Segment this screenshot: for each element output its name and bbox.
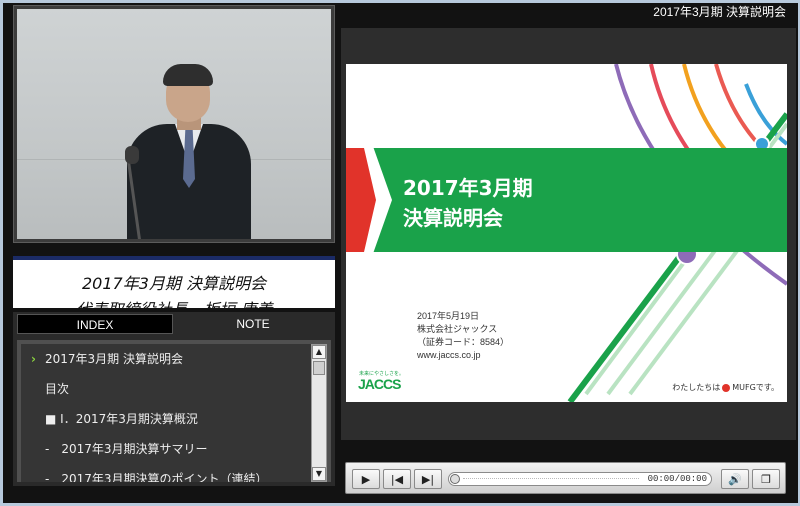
index-item-label: ■ I．2017年3月期決算概況	[45, 412, 198, 426]
index-item[interactable]: 目次	[21, 374, 311, 404]
mufg-logo-icon	[722, 383, 731, 392]
window-mode-button[interactable]: ❐	[752, 469, 780, 489]
title-card-line1: 2017年3月期 決算説明会	[82, 274, 266, 293]
index-scrollbar[interactable]: ▲ ▼	[311, 344, 327, 482]
seek-handle[interactable]	[450, 474, 460, 484]
play-button[interactable]: ▶	[352, 469, 380, 489]
slide-meta: 2017年5月19日 株式会社ジャックス （証券コード：8584） www.ja…	[417, 310, 509, 362]
restore-window-icon: ❐	[761, 472, 771, 486]
speaker-icon: 🔊	[728, 472, 742, 486]
mufg-tagline: わたしたちは MUFGです。	[672, 382, 779, 393]
tab-index[interactable]: INDEX	[17, 314, 173, 334]
mufg-text-before: わたしたちは	[672, 383, 721, 392]
seek-bar[interactable]: 00:00/00:00	[448, 472, 712, 486]
slide-date: 2017年5月19日	[417, 311, 480, 321]
seek-bar-track	[463, 478, 639, 481]
index-item[interactable]: - 2017年3月期決算サマリー	[21, 434, 311, 464]
video-panel[interactable]	[13, 5, 335, 243]
previous-button[interactable]: |◀	[383, 469, 411, 489]
index-item-label: 2017年3月期 決算説明会	[45, 352, 183, 366]
scroll-up-arrow-icon[interactable]: ▲	[312, 345, 326, 359]
slide-company: 株式会社ジャックス	[417, 324, 498, 334]
window-title: 2017年3月期 決算説明会	[653, 5, 786, 19]
index-item[interactable]: › 2017年3月期 決算説明会	[21, 344, 311, 374]
time-readout: 00:00/00:00	[647, 474, 707, 484]
scroll-down-arrow-icon[interactable]: ▼	[312, 467, 326, 481]
slide-stock-code: （証券コード：8584）	[417, 337, 510, 347]
index-item[interactable]: - 2017年3月期決算のポイント（連結）	[21, 464, 311, 482]
jaccs-logo: JACCS	[358, 376, 401, 392]
presentation-title-card: 2017年3月期 決算説明会 代表取締役社長 板垣 康義	[13, 256, 335, 308]
volume-button[interactable]: 🔊	[721, 469, 749, 489]
index-item[interactable]: ■ I．2017年3月期決算概況	[21, 404, 311, 434]
scrollbar-thumb[interactable]	[313, 361, 325, 375]
skip-back-icon: |◀	[390, 472, 404, 486]
index-panel: › 2017年3月期 決算説明会 目次 ■ I．2017年3月期決算概況 - 2…	[13, 336, 335, 486]
slide-url: www.jaccs.co.jp	[417, 350, 481, 360]
next-button[interactable]: ▶|	[414, 469, 442, 489]
slide-title-line1: 2017年3月期	[403, 176, 533, 200]
mufg-text-after: MUFGです。	[732, 383, 779, 392]
tab-note[interactable]: NOTE	[175, 314, 331, 334]
hair	[163, 64, 213, 86]
skip-forward-icon: ▶|	[421, 472, 435, 486]
microphone	[125, 146, 139, 164]
panel-tabs: INDEX NOTE	[13, 312, 335, 336]
speaker-figure	[127, 64, 257, 239]
player-controls: ▶ |◀ ▶| 00:00/00:00 🔊 ❐	[345, 462, 786, 494]
play-icon: ▶	[361, 472, 371, 486]
slide: 2017年3月期 決算説明会 2017年5月19日 株式会社ジャックス （証券コ…	[346, 64, 787, 402]
index-item-label: - 2017年3月期決算サマリー	[45, 442, 208, 456]
index-item-label: - 2017年3月期決算のポイント（連結）	[45, 472, 268, 482]
speaker-video[interactable]	[17, 9, 331, 239]
index-list: › 2017年3月期 決算説明会 目次 ■ I．2017年3月期決算概況 - 2…	[21, 344, 311, 482]
chevron-right-icon: ›	[31, 352, 36, 366]
index-item-label: 目次	[45, 382, 70, 396]
slide-title-line2: 決算説明会	[403, 206, 503, 230]
title-card-line2: 代表取締役社長 板垣 康義	[13, 296, 335, 308]
